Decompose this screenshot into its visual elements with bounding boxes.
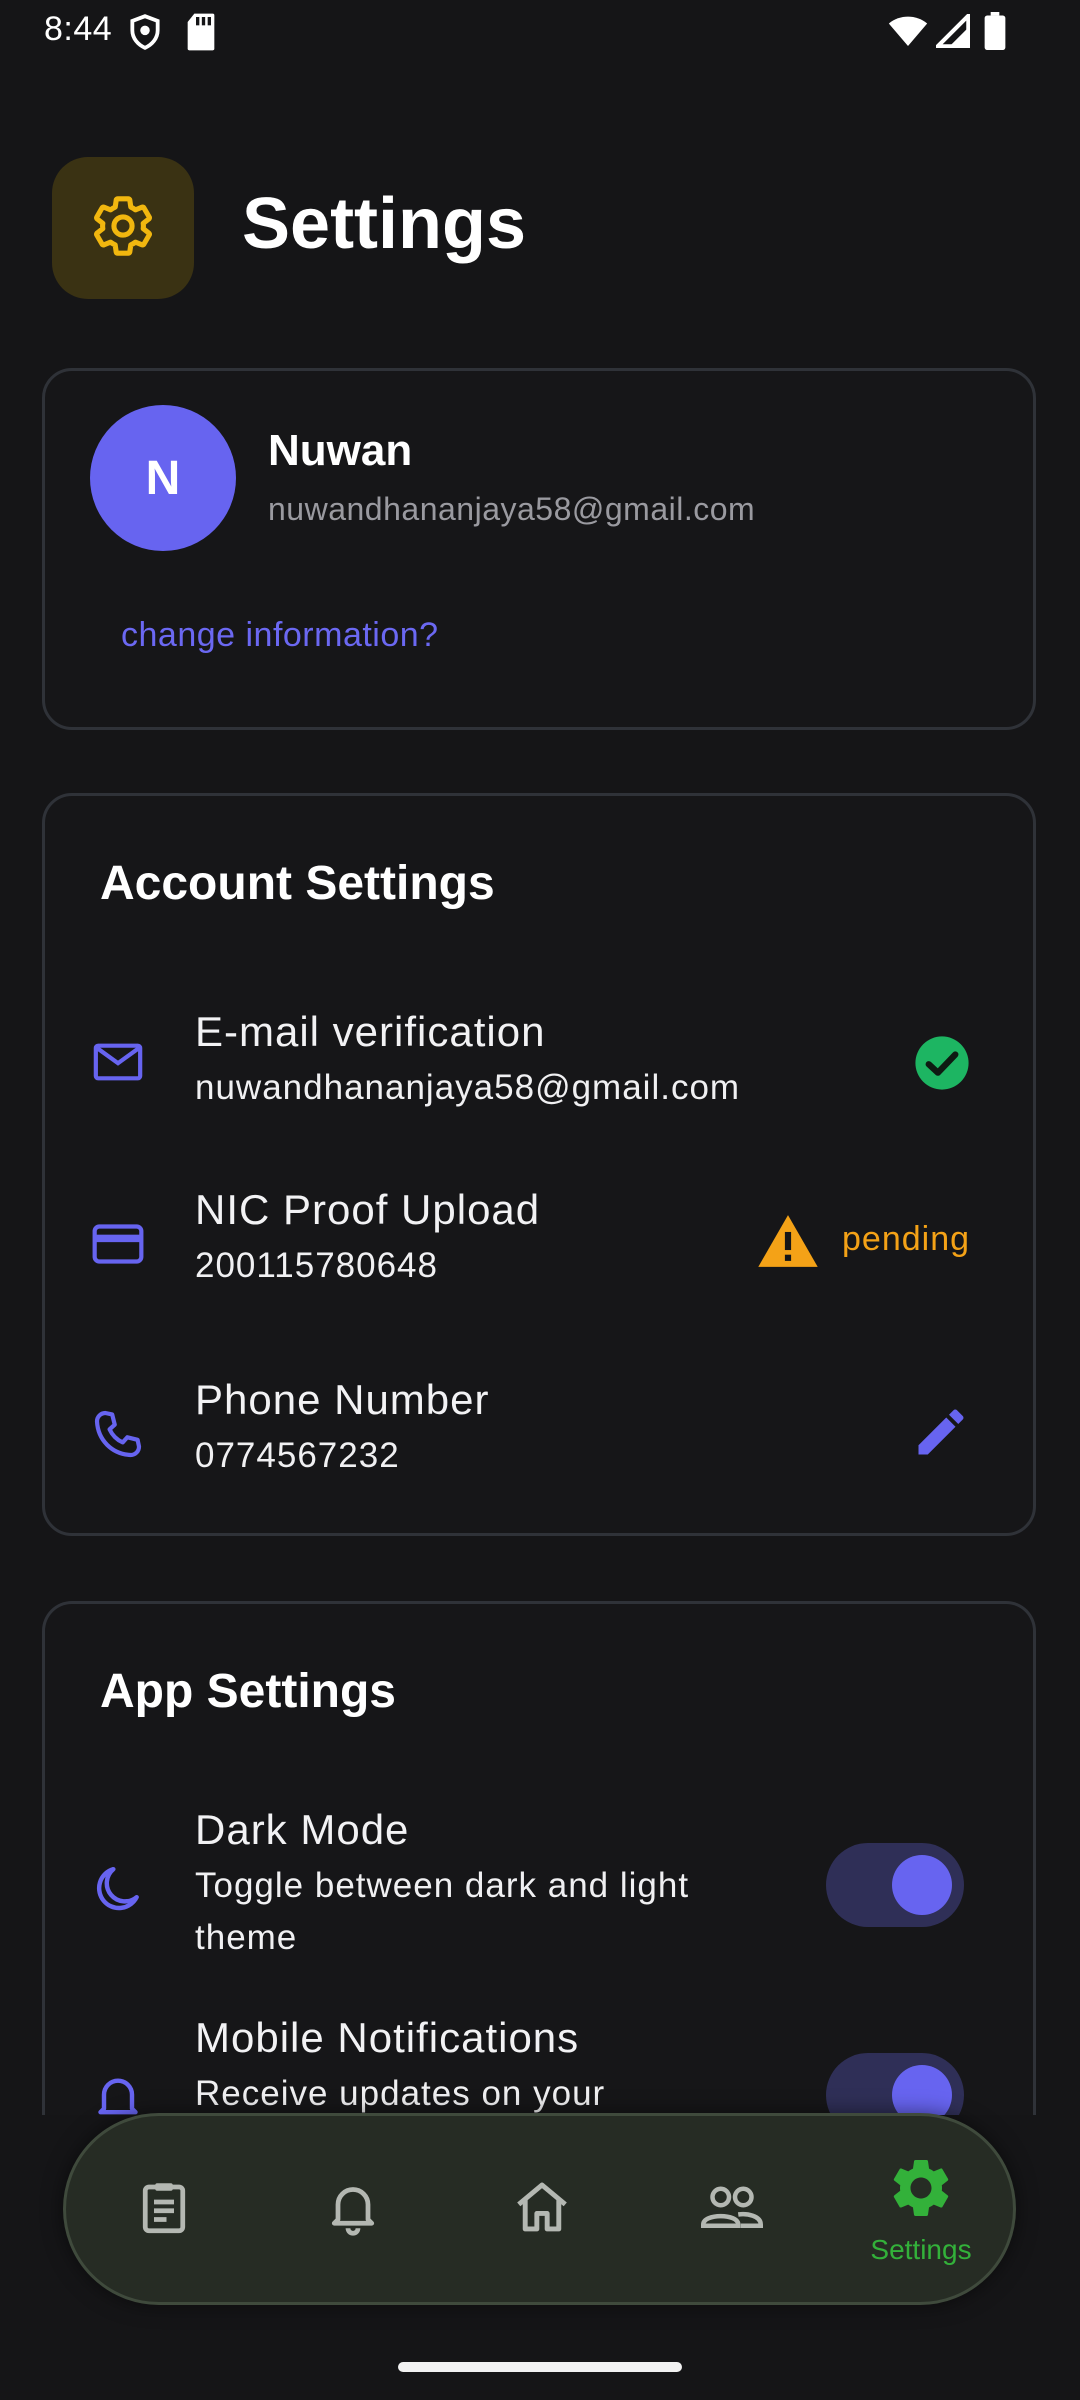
status-time: 8:44 <box>44 10 113 48</box>
dark-mode-toggle[interactable] <box>826 1843 964 1927</box>
home-indicator[interactable] <box>398 2362 682 2372</box>
phone-icon <box>90 1406 146 1467</box>
nav-item-notifications[interactable] <box>283 2116 423 2302</box>
bottom-navigation-bar: Settings <box>63 2113 1016 2305</box>
app-settings-title: App Settings <box>100 1665 396 1718</box>
warning-icon <box>757 1212 819 1275</box>
toggle-knob <box>892 1855 952 1915</box>
nic-status-pending: pending <box>842 1220 971 1258</box>
wifi-icon <box>888 14 928 53</box>
nic-proof-value: 200115780648 <box>195 1246 438 1285</box>
profile-email: nuwandhananjaya58@gmail.com <box>268 491 756 527</box>
nav-item-home[interactable] <box>472 2116 612 2302</box>
settings-header-icon-badge <box>52 157 194 299</box>
credit-card-icon <box>90 1216 146 1277</box>
bell-icon <box>323 2177 383 2242</box>
nic-proof-title: NIC Proof Upload <box>195 1186 541 1233</box>
gear-icon <box>89 192 157 265</box>
people-icon <box>699 2177 765 2242</box>
cell-signal-icon <box>932 10 971 53</box>
phone-number-row[interactable]: Phone Number 0774567232 <box>45 1376 1033 1526</box>
nav-item-settings[interactable]: Settings <box>851 2116 991 2302</box>
profile-name: Nuwan <box>268 426 413 475</box>
dark-mode-row: Dark Mode Toggle between dark and light … <box>45 1804 1033 1984</box>
mail-icon <box>90 1034 146 1095</box>
profile-card: N Nuwan nuwandhananjaya58@gmail.com chan… <box>42 368 1036 730</box>
battery-icon <box>984 12 1006 55</box>
account-settings-title: Account Settings <box>100 857 495 910</box>
avatar[interactable]: N <box>90 405 236 551</box>
home-icon <box>511 2176 573 2243</box>
shield-icon <box>126 12 164 57</box>
page-title: Settings <box>242 184 527 264</box>
status-bar: 8:44 <box>0 0 1080 64</box>
settings-screen: 8:44 Settings N Nuwan nuwandhananjaya58@… <box>0 0 1080 2400</box>
dark-mode-description: Toggle between dark and light theme <box>195 1866 690 1957</box>
email-verification-title: E-mail verification <box>195 1008 546 1055</box>
nic-proof-row[interactable]: NIC Proof Upload 200115780648 pending <box>45 1186 1033 1346</box>
dark-mode-title: Dark Mode <box>195 1806 410 1853</box>
nav-label-settings: Settings <box>870 2233 972 2265</box>
phone-number-value: 0774567232 <box>195 1436 400 1475</box>
email-verification-value: nuwandhananjaya58@gmail.com <box>195 1068 741 1107</box>
check-circle-icon <box>913 1034 971 1097</box>
edit-pencil-icon[interactable] <box>911 1402 971 1467</box>
email-verification-row[interactable]: E-mail verification nuwandhananjaya58@gm… <box>45 996 1033 1156</box>
moon-icon <box>90 1861 146 1922</box>
sd-card-icon <box>186 12 216 57</box>
mobile-notifications-title: Mobile Notifications <box>195 2014 580 2061</box>
clipboard-icon <box>134 2177 194 2242</box>
phone-number-title: Phone Number <box>195 1376 490 1423</box>
change-information-link[interactable]: change information? <box>121 616 439 655</box>
nav-item-tasks[interactable] <box>94 2116 234 2302</box>
account-settings-card: Account Settings E-mail verification nuw… <box>42 793 1036 1536</box>
gear-icon <box>886 2153 956 2228</box>
nav-item-people[interactable] <box>662 2116 802 2302</box>
